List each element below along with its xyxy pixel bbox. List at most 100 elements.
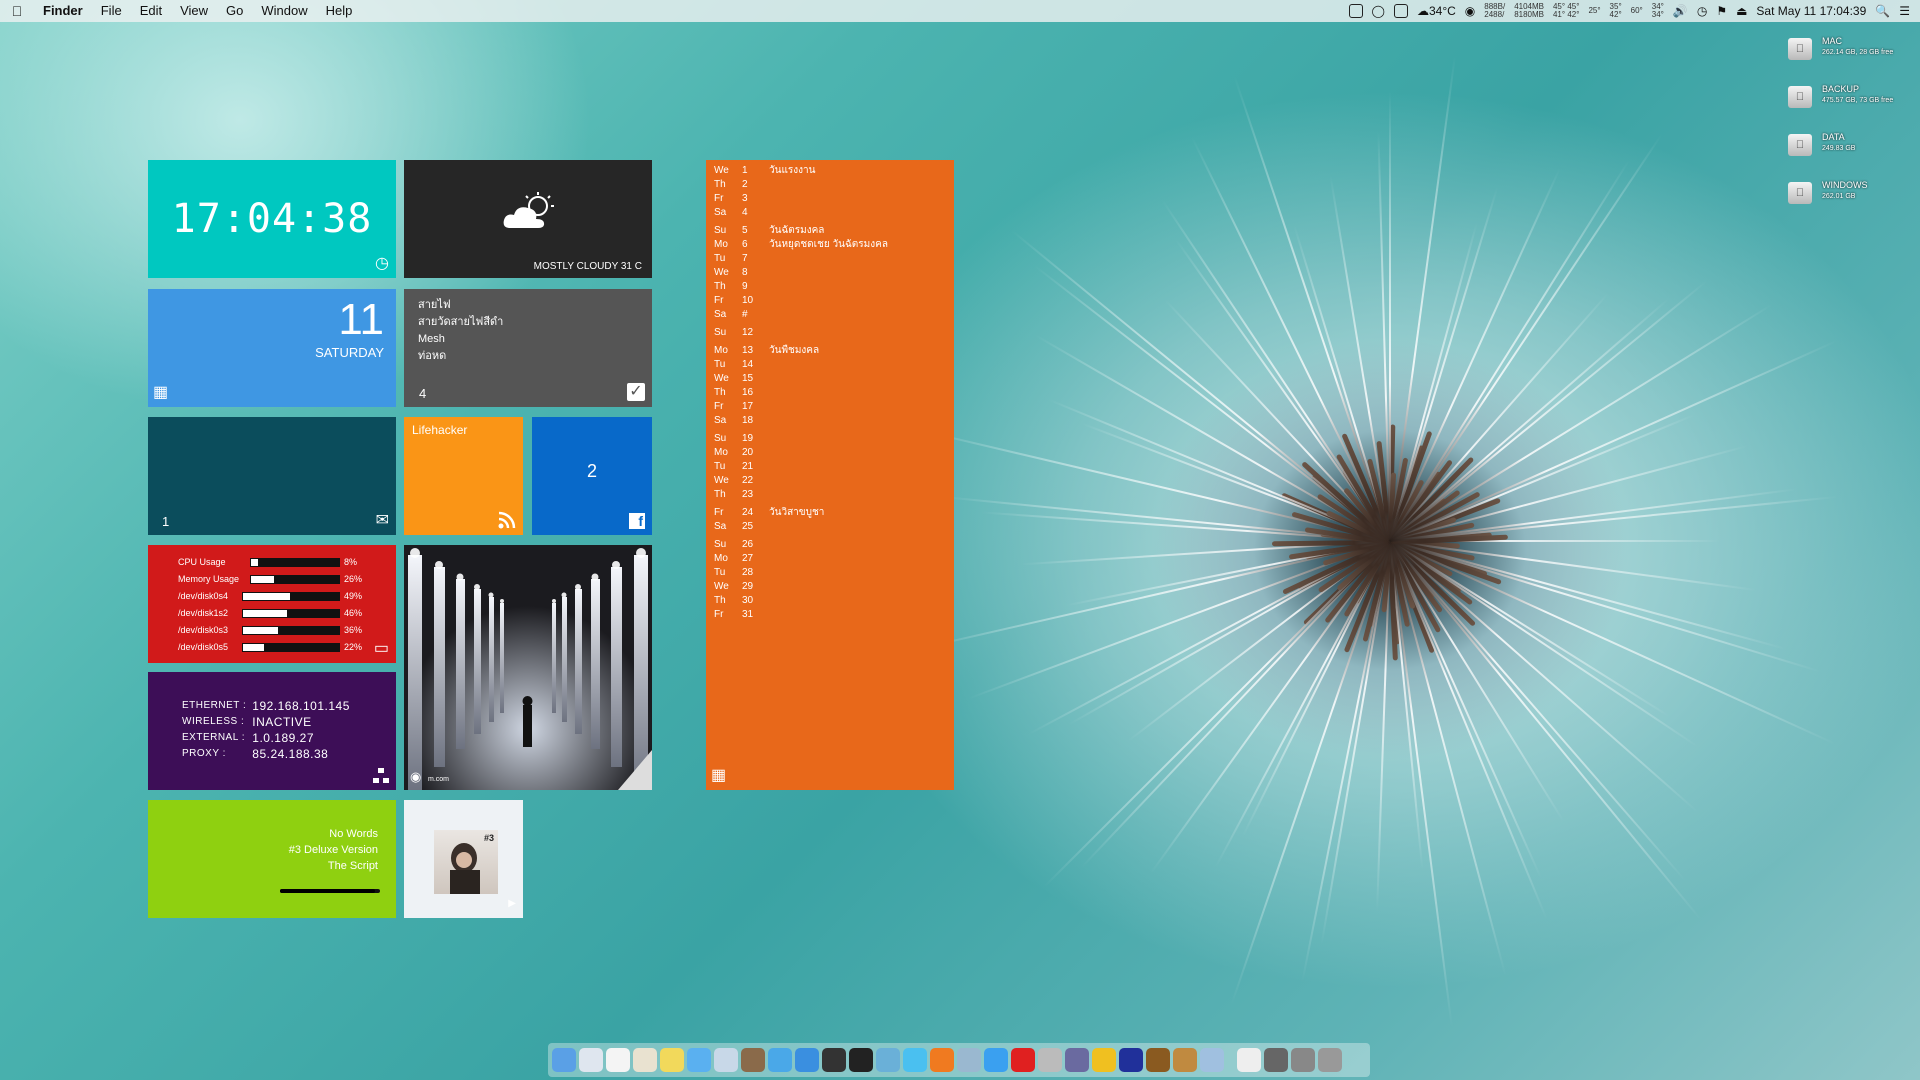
sync-icon[interactable]: ◉ <box>1465 4 1475 18</box>
net-monitor[interactable]: 888B/2488/ <box>1484 3 1505 19</box>
drive-backup[interactable]:  BACKUP 475.57 GB, 73 GB free <box>1788 82 1908 122</box>
dock-stickies-icon[interactable] <box>660 1048 684 1072</box>
calendar-day-row[interactable]: We 1 วันแรงงาน <box>714 164 815 178</box>
calendar-day-row[interactable]: Sa 25 <box>714 520 769 534</box>
todo-tile[interactable]: สายไฟ สายวัดสายไฟสีดำ Mesh ท่อหด 4 ✓ <box>404 289 652 407</box>
dock-twitter-icon[interactable] <box>984 1048 1008 1072</box>
eject-icon[interactable]: ⏏ <box>1736 4 1747 18</box>
us-flag-icon[interactable]: ⚑ <box>1716 4 1727 18</box>
mouse-icon[interactable]: ◯ <box>1372 4 1385 18</box>
calendar-day-row[interactable]: Th 16 <box>714 386 769 400</box>
music-tile[interactable]: No Words #3 Deluxe Version The Script <box>148 800 396 918</box>
dock-stuffit-icon[interactable] <box>1146 1048 1170 1072</box>
menu-go[interactable]: Go <box>217 0 252 22</box>
weather-status-icon[interactable]: ☁34°C <box>1417 4 1456 18</box>
volume-icon[interactable]: 🔊 <box>1673 4 1688 18</box>
rss-tile[interactable]: Lifehacker <box>404 417 523 535</box>
menu-file[interactable]: File <box>92 0 131 22</box>
calendar-day-row[interactable]: Fr 3 <box>714 192 769 206</box>
fan-monitor[interactable]: 35° 42° <box>1610 3 1622 19</box>
drive-data[interactable]:  DATA 249.83 GB <box>1788 130 1908 170</box>
network-tile[interactable]: ETHERNET : 192.168.101.145 WIRELESS : INAC… <box>148 672 396 790</box>
dock-text-editor-icon[interactable] <box>1237 1048 1261 1072</box>
drive-windows[interactable]:  WINDOWS 262.01 GB <box>1788 178 1908 218</box>
thermometer-icon[interactable]: 25° <box>1588 7 1600 15</box>
calendar-day-row[interactable]: Mo 20 <box>714 446 769 460</box>
calendar-day-row[interactable]: Th 9 <box>714 280 769 294</box>
status-app-icon[interactable] <box>1348 4 1363 18</box>
calendar-day-row[interactable]: Mo 13 วันพืชมงคล <box>714 344 819 358</box>
dock-textedit-icon[interactable] <box>633 1048 657 1072</box>
dock-opera-icon[interactable] <box>1011 1048 1035 1072</box>
dock-firefox-icon[interactable] <box>930 1048 954 1072</box>
temp-monitor[interactable]: 45° 45° 41° 42° <box>1553 3 1579 19</box>
dock-chrome-icon[interactable] <box>1092 1048 1116 1072</box>
dock-mail-bird-icon[interactable] <box>957 1048 981 1072</box>
calendar-day-row[interactable]: We 22 <box>714 474 769 488</box>
apple-menu-icon[interactable]:  <box>0 3 34 19</box>
calendar-day-row[interactable]: Mo 27 <box>714 552 769 566</box>
calendar-day-row[interactable]: Mo 6 วันหยุดชดเชย วันฉัตรมงคล <box>714 238 888 252</box>
hdd-monitor[interactable]: 34° 34° <box>1652 3 1664 19</box>
dock-unknown-icon[interactable] <box>1065 1048 1089 1072</box>
calendar-day-row[interactable]: Fr 10 <box>714 294 769 308</box>
dock-preview-icon[interactable] <box>579 1048 603 1072</box>
calendar-day-row[interactable]: Sa 4 <box>714 206 769 220</box>
system-monitor-tile[interactable]: CPU Usage 8% Memory Usage 26% /dev/disk0s4 49… <box>148 545 396 663</box>
dock-trash-icon[interactable] <box>1318 1048 1342 1072</box>
calendar-day-row[interactable]: Fr 17 <box>714 400 769 414</box>
clock-tile[interactable]: 17:04:38 ◷ <box>148 160 396 278</box>
menu-window[interactable]: Window <box>252 0 316 22</box>
calendar-day-row[interactable]: Fr 24 วันวิสาขบูชา <box>714 506 824 520</box>
menu-app-name[interactable]: Finder <box>34 0 92 22</box>
dock-blue-app-icon[interactable] <box>1119 1048 1143 1072</box>
dock-image-editor-icon[interactable] <box>1200 1048 1224 1072</box>
dock-messages-icon[interactable] <box>687 1048 711 1072</box>
menubar-clock[interactable]: Sat May 11 17:04:39 <box>1756 4 1866 18</box>
spotlight-icon[interactable]: 🔍 <box>1875 4 1890 18</box>
calendar-day-row[interactable]: We 15 <box>714 372 769 386</box>
time-machine-icon[interactable]: ◷ <box>1697 4 1707 18</box>
calendar-day-row[interactable]: Su 19 <box>714 432 769 446</box>
play-icon[interactable]: ▶ <box>508 896 516 912</box>
dock-downloads-icon[interactable] <box>1291 1048 1315 1072</box>
dock-settings-icon[interactable] <box>1264 1048 1288 1072</box>
dock-photo-booth-icon[interactable] <box>822 1048 846 1072</box>
dock-mail-icon[interactable] <box>714 1048 738 1072</box>
dock-archive-icon[interactable] <box>1173 1048 1197 1072</box>
dock-network-utility-icon[interactable] <box>876 1048 900 1072</box>
dock-imovie-icon[interactable] <box>741 1048 765 1072</box>
calendar-day-row[interactable]: We 29 <box>714 580 769 594</box>
mem-monitor[interactable]: 4104MB 8180MB <box>1514 3 1544 19</box>
calendar-day-row[interactable]: Sa # <box>714 308 769 322</box>
dock-app-store-icon[interactable] <box>795 1048 819 1072</box>
menu-help[interactable]: Help <box>317 0 362 22</box>
mail-tile[interactable]: 1 ✉ <box>148 417 396 535</box>
calendar-day-row[interactable]: Su 26 <box>714 538 769 552</box>
gpu-monitor[interactable]: 60° <box>1631 7 1643 15</box>
album-art-tile[interactable]: #3 ▶ <box>404 800 523 918</box>
calendar-day-row[interactable]: Su 12 <box>714 326 769 340</box>
calendar-day-row[interactable]: Th 30 <box>714 594 769 608</box>
calendar-day-row[interactable]: Tu 14 <box>714 358 769 372</box>
notification-center-icon[interactable]: ☰ <box>1899 4 1910 18</box>
menu-view[interactable]: View <box>171 0 217 22</box>
calendar-day-row[interactable]: Tu 21 <box>714 460 769 474</box>
drive-mac[interactable]:  MAC 262.14 GB, 28 GB free <box>1788 34 1908 74</box>
calendar-day-row[interactable]: Su 5 วันฉัตรมงคล <box>714 224 824 238</box>
track-progress-bar[interactable] <box>280 889 380 893</box>
calendar-day-row[interactable]: Tu 7 <box>714 252 769 266</box>
calendar-tile[interactable]: We 1 วันแรงงาน Th 2 Fr 3 Sa 4 Su 5 วันฉัตรมงคล Mo 6 วั… <box>706 160 954 790</box>
date-tile[interactable]: 11 SATURDAY ▦ <box>148 289 396 407</box>
calendar-day-row[interactable]: Fr 31 <box>714 608 769 622</box>
calendar-day-row[interactable]: Tu 28 <box>714 566 769 580</box>
dock-itunes-icon[interactable] <box>768 1048 792 1072</box>
dock-terminal-icon[interactable] <box>849 1048 873 1072</box>
calendar-day-row[interactable]: Th 2 <box>714 178 769 192</box>
calendar-day-row[interactable]: Th 23 <box>714 488 769 502</box>
grid-icon[interactable] <box>1393 4 1408 18</box>
instagram-photo-tile[interactable]: ◉ m.com <box>404 545 652 790</box>
facebook-tile[interactable]: 2 f <box>532 417 652 535</box>
calendar-day-row[interactable]: Sa 18 <box>714 414 769 428</box>
dock-disk-utility-icon[interactable] <box>1038 1048 1062 1072</box>
